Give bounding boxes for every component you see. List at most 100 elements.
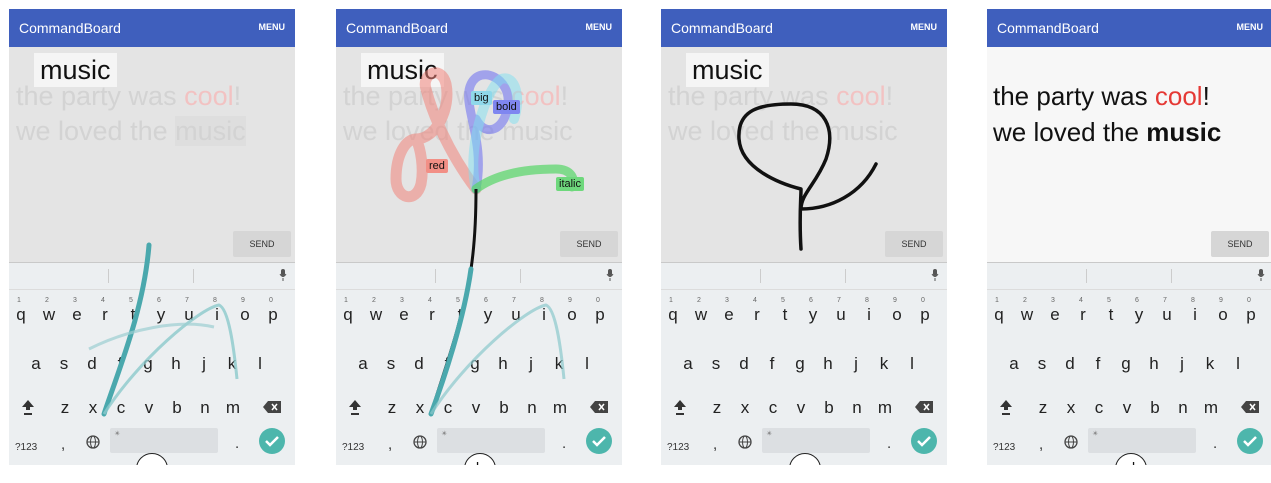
- menu-button[interactable]: MENU: [1237, 22, 1264, 32]
- key-l[interactable]: l: [577, 354, 597, 374]
- key-m[interactable]: m: [550, 398, 570, 418]
- symbols-key[interactable]: ?123: [993, 442, 1015, 453]
- key-n[interactable]: n: [1173, 398, 1193, 418]
- key-s[interactable]: s: [1032, 354, 1052, 374]
- key-a[interactable]: a: [678, 354, 698, 374]
- key-w[interactable]: w: [366, 305, 386, 325]
- backspace-icon[interactable]: [263, 401, 281, 413]
- key-j[interactable]: j: [194, 354, 214, 374]
- key-k[interactable]: k: [1200, 354, 1220, 374]
- key-p[interactable]: p: [1241, 305, 1261, 325]
- key-e[interactable]: e: [67, 305, 87, 325]
- key-h[interactable]: h: [1144, 354, 1164, 374]
- key-h[interactable]: h: [166, 354, 186, 374]
- key-o[interactable]: o: [235, 305, 255, 325]
- comma-key[interactable]: ,: [713, 436, 717, 453]
- command-label-red[interactable]: red: [426, 159, 448, 173]
- key-d[interactable]: d: [734, 354, 754, 374]
- key-u[interactable]: u: [1157, 305, 1177, 325]
- done-button[interactable]: [586, 428, 612, 454]
- key-q[interactable]: q: [338, 305, 358, 325]
- key-i[interactable]: i: [1185, 305, 1205, 325]
- key-w[interactable]: w: [39, 305, 59, 325]
- key-j[interactable]: j: [1172, 354, 1192, 374]
- key-f[interactable]: f: [437, 354, 457, 374]
- key-h[interactable]: h: [493, 354, 513, 374]
- menu-button[interactable]: MENU: [259, 22, 286, 32]
- comma-key[interactable]: ,: [388, 436, 392, 453]
- key-u[interactable]: u: [179, 305, 199, 325]
- period-key[interactable]: .: [235, 435, 239, 452]
- key-p[interactable]: p: [590, 305, 610, 325]
- send-button[interactable]: SEND: [233, 231, 291, 257]
- key-m[interactable]: m: [1201, 398, 1221, 418]
- key-o[interactable]: o: [887, 305, 907, 325]
- key-a[interactable]: a: [26, 354, 46, 374]
- key-p[interactable]: p: [263, 305, 283, 325]
- key-a[interactable]: a: [1004, 354, 1024, 374]
- key-l[interactable]: l: [902, 354, 922, 374]
- symbols-key[interactable]: ?123: [342, 442, 364, 453]
- key-z[interactable]: z: [1033, 398, 1053, 418]
- command-label-big[interactable]: big: [471, 91, 492, 105]
- send-button[interactable]: SEND: [1211, 231, 1269, 257]
- key-z[interactable]: z: [382, 398, 402, 418]
- symbols-key[interactable]: ?123: [15, 442, 37, 453]
- key-o[interactable]: o: [1213, 305, 1233, 325]
- key-b[interactable]: b: [819, 398, 839, 418]
- key-d[interactable]: d: [1060, 354, 1080, 374]
- command-label-bold[interactable]: bold: [493, 100, 520, 114]
- key-v[interactable]: v: [466, 398, 486, 418]
- key-e[interactable]: e: [394, 305, 414, 325]
- key-d[interactable]: d: [409, 354, 429, 374]
- key-q[interactable]: q: [663, 305, 683, 325]
- key-x[interactable]: x: [1061, 398, 1081, 418]
- key-w[interactable]: w: [1017, 305, 1037, 325]
- done-button[interactable]: [1237, 428, 1263, 454]
- key-m[interactable]: m: [223, 398, 243, 418]
- key-q[interactable]: q: [989, 305, 1009, 325]
- key-m[interactable]: m: [875, 398, 895, 418]
- key-j[interactable]: j: [846, 354, 866, 374]
- key-r[interactable]: r: [95, 305, 115, 325]
- key-p[interactable]: p: [915, 305, 935, 325]
- key-g[interactable]: g: [138, 354, 158, 374]
- period-key[interactable]: .: [562, 435, 566, 452]
- mic-icon[interactable]: [279, 269, 287, 281]
- key-i[interactable]: i: [207, 305, 227, 325]
- key-t[interactable]: t: [450, 305, 470, 325]
- shift-icon[interactable]: [21, 399, 35, 415]
- shift-icon[interactable]: [348, 399, 362, 415]
- key-f[interactable]: f: [110, 354, 130, 374]
- key-u[interactable]: u: [506, 305, 526, 325]
- key-k[interactable]: k: [874, 354, 894, 374]
- period-key[interactable]: .: [887, 435, 891, 452]
- key-g[interactable]: g: [790, 354, 810, 374]
- key-t[interactable]: t: [123, 305, 143, 325]
- key-c[interactable]: c: [763, 398, 783, 418]
- period-key[interactable]: .: [1213, 435, 1217, 452]
- key-q[interactable]: q: [11, 305, 31, 325]
- mic-icon[interactable]: [1257, 269, 1265, 281]
- key-y[interactable]: y: [478, 305, 498, 325]
- key-x[interactable]: x: [735, 398, 755, 418]
- menu-button[interactable]: MENU: [911, 22, 938, 32]
- command-label-italic[interactable]: italic: [556, 177, 585, 191]
- key-x[interactable]: x: [83, 398, 103, 418]
- backspace-icon[interactable]: [915, 401, 933, 413]
- globe-icon[interactable]: [413, 435, 427, 449]
- key-g[interactable]: g: [465, 354, 485, 374]
- key-s[interactable]: s: [381, 354, 401, 374]
- backspace-icon[interactable]: [1241, 401, 1259, 413]
- mic-icon[interactable]: [606, 269, 614, 281]
- space-bar[interactable]: ✴: [762, 428, 870, 453]
- globe-icon[interactable]: [738, 435, 752, 449]
- key-o[interactable]: o: [562, 305, 582, 325]
- key-v[interactable]: v: [1117, 398, 1137, 418]
- done-button[interactable]: [259, 428, 285, 454]
- key-r[interactable]: r: [747, 305, 767, 325]
- space-bar[interactable]: ✴: [437, 428, 545, 453]
- comma-key[interactable]: ,: [61, 436, 65, 453]
- key-x[interactable]: x: [410, 398, 430, 418]
- key-n[interactable]: n: [847, 398, 867, 418]
